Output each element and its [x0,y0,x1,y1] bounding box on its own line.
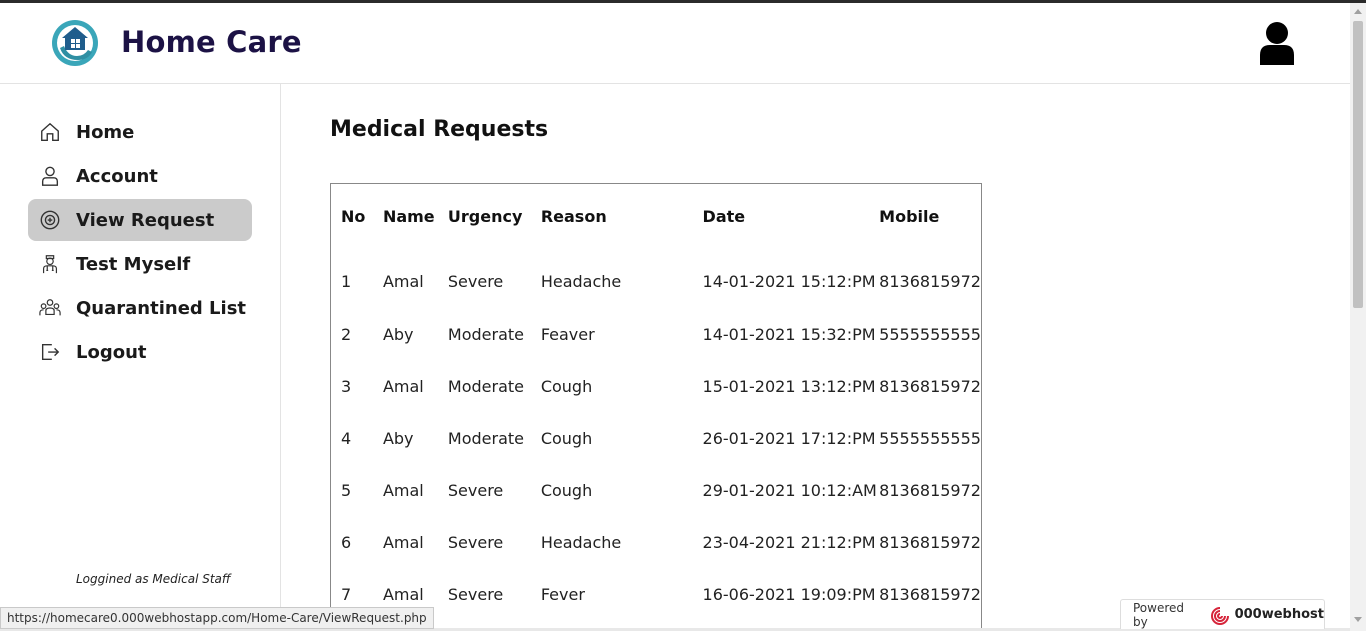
table-row: 6 Amal Severe Headache 23-04-2021 21:12:… [331,516,981,568]
cell-mobile: 8136815972 [879,532,981,552]
cell-urgency: Moderate [447,324,524,344]
cell-date: 26-01-2021 17:12:PM [702,428,876,448]
sidebar-item-home[interactable]: Home [28,111,252,153]
cell-no: 5 [341,480,352,500]
cell-name: Aby [382,428,414,448]
cell-mobile: 8136815972 [879,584,981,604]
cell-name: Amal [382,376,424,396]
sidebar-item-label: View Request [76,209,215,231]
column-header-no: No [341,206,366,226]
sidebar-item-label: Home [76,121,135,143]
requests-table: No Name Urgency Reason Date Mobile 1 Ama… [330,183,982,631]
cell-date: 15-01-2021 13:12:PM [702,376,876,396]
cell-date: 14-01-2021 15:32:PM [702,324,876,344]
cell-date: 23-04-2021 21:12:PM [702,532,876,552]
cell-mobile: 8136815972 [879,480,981,500]
cell-reason: Cough [540,428,593,448]
sidebar-item-logout[interactable]: Logout [28,331,252,373]
scroll-up-icon[interactable] [1354,9,1362,14]
cell-date: 16-06-2021 19:09:PM [702,584,876,604]
cell-reason: Cough [540,376,593,396]
column-header-name: Name [382,206,435,226]
cell-no: 2 [341,324,352,344]
cell-mobile: 8136815972 [879,271,981,291]
sidebar-item-label: Test Myself [76,253,191,275]
powered-by-badge[interactable]: Powered by 000webhost [1120,599,1325,629]
vertical-scrollbar[interactable] [1350,3,1366,631]
cell-reason: Headache [540,271,622,291]
cell-name: Amal [382,271,424,291]
logged-in-role: Loggined as Medical Staff [76,572,231,586]
sidebar-item-label: Logout [76,341,147,363]
cell-reason: Headache [540,532,622,552]
table-row: 3 Amal Moderate Cough 15-01-2021 13:12:P… [331,360,981,412]
doctor-icon [38,252,62,276]
cell-name: Amal [382,480,424,500]
cell-reason: Feaver [540,324,595,344]
main-content: Medical Requests No Name Urgency Reason … [281,84,1350,631]
cell-mobile: 8136815972 [879,376,981,396]
table-row: 5 Amal Severe Cough 29-01-2021 10:12:AM … [331,464,981,516]
cell-date: 29-01-2021 10:12:AM [702,480,877,500]
cell-urgency: Moderate [447,376,524,396]
scroll-down-icon[interactable] [1354,617,1362,622]
header: Home Care [0,3,1350,84]
sidebar: Home Account View Request Test Myself Qu… [0,84,281,631]
cell-no: 4 [341,428,352,448]
cell-no: 6 [341,532,352,552]
cell-urgency: Moderate [447,428,524,448]
sidebar-item-test-myself[interactable]: Test Myself [28,243,252,285]
table-header-row: No Name Urgency Reason Date Mobile [331,184,981,248]
cell-name: Aby [382,324,414,344]
cell-reason: Cough [540,480,593,500]
cell-urgency: Severe [447,271,504,291]
webhost-brand: 000webhost [1234,607,1324,622]
cell-urgency: Severe [447,584,504,604]
cell-no: 1 [341,271,352,291]
sidebar-item-account[interactable]: Account [28,155,252,197]
sidebar-item-view-request[interactable]: View Request [28,199,252,241]
cell-mobile: 5555555555 [879,428,981,448]
column-header-reason: Reason [540,206,607,226]
cell-name: Amal [382,532,424,552]
user-avatar-icon[interactable] [1258,21,1296,65]
medical-request-icon [38,208,62,232]
table-row: 1 Amal Severe Headache 14-01-2021 15:12:… [331,248,981,308]
home-icon [38,120,62,144]
group-icon [38,296,62,320]
house-in-hand-icon[interactable] [50,18,100,68]
webhost-logo-icon [1207,605,1233,625]
brand-title: Home Care [121,25,302,59]
powered-by-label: Powered by [1133,600,1185,629]
page-title: Medical Requests [330,117,549,142]
cell-reason: Fever [540,584,585,604]
sidebar-item-quarantined-list[interactable]: Quarantined List [28,287,252,329]
cell-mobile: 5555555555 [879,324,981,344]
sidebar-item-label: Quarantined List [76,297,247,319]
column-header-mobile: Mobile [879,206,940,226]
logout-icon [38,340,62,364]
user-icon [38,164,62,188]
sidebar-item-label: Account [76,165,158,187]
cell-urgency: Severe [447,532,504,552]
table-row: 4 Aby Moderate Cough 26-01-2021 17:12:PM… [331,412,981,464]
status-bar-url: https://homecare0.000webhostapp.com/Home… [0,607,434,629]
cell-urgency: Severe [447,480,504,500]
table-row: 2 Aby Moderate Feaver 14-01-2021 15:32:P… [331,308,981,360]
cell-date: 14-01-2021 15:12:PM [702,271,876,291]
scrollbar-thumb[interactable] [1353,21,1363,308]
column-header-urgency: Urgency [447,206,523,226]
column-header-date: Date [702,206,746,226]
cell-no: 3 [341,376,352,396]
